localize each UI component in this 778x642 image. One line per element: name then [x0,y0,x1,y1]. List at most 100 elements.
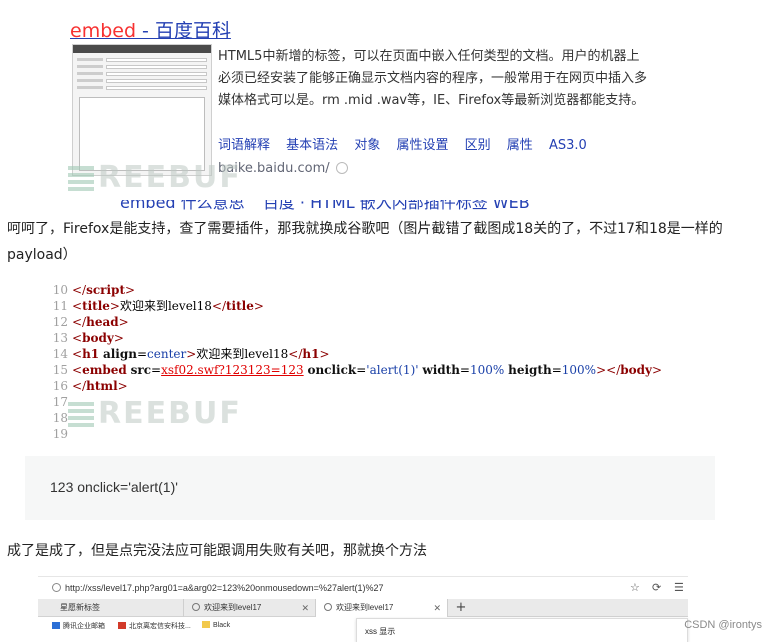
site-info-icon[interactable] [52,583,61,592]
code-token-attr: onclick [307,363,357,377]
code-block[interactable]: 123 onclick='alert(1)' [25,456,715,520]
code-token-val: 100% [561,363,597,377]
code-line: 11 <title>欢迎来到level18</title> [50,298,670,314]
line-number: 19 [52,427,68,441]
code-token-tagname: head [86,315,119,329]
code-token-tagname: html [86,379,118,393]
code-token-tag: > [113,331,124,345]
link-attributes[interactable]: 属性 [507,138,533,153]
code-token-val: center [147,347,187,361]
close-icon[interactable]: ✕ [301,599,309,617]
line-number: 14 [52,347,68,361]
baidu-result-title[interactable]: embed - 百度百科 [70,16,231,43]
code-token-tag: > [109,299,120,313]
line-number: 16 [52,379,68,393]
alert-dialog-title: xss 显示 [365,627,396,636]
address-bar[interactable]: http://xss/level17.php?arg01=a&arg02=123… [38,579,688,599]
code-line: 15 <embed src=xsf02.swf?123123=123 onclic… [50,362,670,378]
code-token-tagname: h1 [82,347,100,361]
code-token-attr: align [102,347,137,361]
code-token-link: xsf02.swf?123123=123 [161,363,304,377]
tab-label: 星愿新标签 [60,603,100,612]
title-keyword: embed [70,20,137,42]
browser-screenshot: http://xss/level17.php?arg01=a&arg02=123… [38,576,688,642]
mail-icon [52,622,60,629]
shield-icon [335,162,348,174]
link-attributes-setting[interactable]: 属性设置 [396,138,448,153]
article-paragraph-1: 呵呵了，Firefox是能支持，查了需要插件，那我就换成谷歌吧（图片截错了截图成… [7,221,723,263]
code-token-txt: = [151,363,162,377]
code-token-txt: = [136,347,148,361]
code-token-tag: > [118,315,129,329]
code-token-val: 'alert(1)' [366,363,419,377]
code-token-attr: src [130,363,152,377]
code-token-tagname: h1 [302,347,320,361]
link-difference[interactable]: 区别 [465,138,491,153]
code-token-tag: </ [288,347,303,361]
code-token-tagname: embed [82,363,127,377]
thumbnail-titlebar [73,45,211,53]
code-token-tag: > [117,379,128,393]
result-thumbnail[interactable] [72,44,212,176]
folder-icon [202,621,210,628]
new-tab-button[interactable]: + [452,599,470,617]
code-token-tagname: script [86,283,125,297]
line-number: 13 [52,331,68,345]
code-token-txt: 欢迎来到level18 [196,347,289,361]
bookmark-tencent-mail[interactable]: 腾讯企业邮箱 [52,621,105,631]
code-token-txt: 欢迎来到level18 [119,299,212,313]
tab-new-tab[interactable]: 星愿新标签 [52,599,184,617]
thumbnail-form [73,53,211,94]
bookmark-star-icon[interactable]: ☆ [630,581,640,594]
code-token-tag: ></ [596,363,621,377]
csdn-credit: CSDN @irontys [684,619,762,631]
tab-strip: 星愿新标签 欢迎来到level17 ✕ 欢迎来到level17 ✕ + [38,599,688,617]
code-token-tag: > [253,299,264,313]
line-number: 12 [52,315,68,329]
code-token-tag: </ [72,283,87,297]
freebuf-watermark-2: REEBUF [68,396,242,431]
bookmark-security-company[interactable]: 北京离宏信安科技... [118,621,191,631]
code-token-tag: < [72,331,83,345]
cropped-next-result: embed 什么意思 _ 百度 · HTML 嵌入内部插件标签 WEB [120,200,590,210]
code-line: 12 </head> [50,314,670,330]
shield-icon [118,622,126,629]
code-token-tagname: title [82,299,110,313]
line-number: 18 [52,411,68,425]
code-token-attr: heigth [508,363,552,377]
link-syntax[interactable]: 基本语法 [286,138,338,153]
globe-icon [324,603,332,611]
close-icon[interactable]: ✕ [433,599,441,617]
code-line: 14 <h1 align=center>欢迎来到level18</h1> [50,346,670,362]
code-token-tag: < [72,363,83,377]
tab-level17-b[interactable]: 欢迎来到level17 ✕ [316,599,448,617]
line-number: 11 [52,299,68,313]
reload-icon[interactable]: ⟳ [652,581,661,594]
freebuf-logo-icon [68,399,94,427]
code-token-tag: < [72,347,83,361]
code-line: 16 </html> [50,378,670,394]
line-number: 10 [52,283,68,297]
code-token-val: 100% [469,363,505,377]
link-as3[interactable]: AS3.0 [549,138,587,153]
code-token-tagname: body [620,363,652,377]
code-token-tag: > [652,363,663,377]
code-token-tag: </ [72,379,87,393]
code-token-tagname: title [226,299,254,313]
link-definition[interactable]: 词语解释 [218,138,270,153]
code-token-txt: = [356,363,367,377]
menu-icon[interactable]: ☰ [674,581,684,594]
freebuf-watermark: REEBUF [68,160,242,195]
link-object[interactable]: 对象 [354,138,380,153]
code-line: 10 </script> [50,282,670,298]
cropped-result-title: embed 什么意思 _ 百度 · HTML 嵌入内部插件标签 WEB [120,200,530,210]
line-number: 15 [52,363,68,377]
code-token-tag: </ [211,299,227,313]
freebuf-logo-icon [68,163,94,191]
tab-label: 欢迎来到level17 [204,603,262,612]
tab-level17-a[interactable]: 欢迎来到level17 ✕ [184,599,316,617]
address-url[interactable]: http://xss/level17.php?arg01=a&arg02=123… [65,583,383,593]
code-line: 13 <body> [50,330,670,346]
bookmark-black[interactable]: Black [202,621,230,629]
globe-icon [192,603,200,611]
